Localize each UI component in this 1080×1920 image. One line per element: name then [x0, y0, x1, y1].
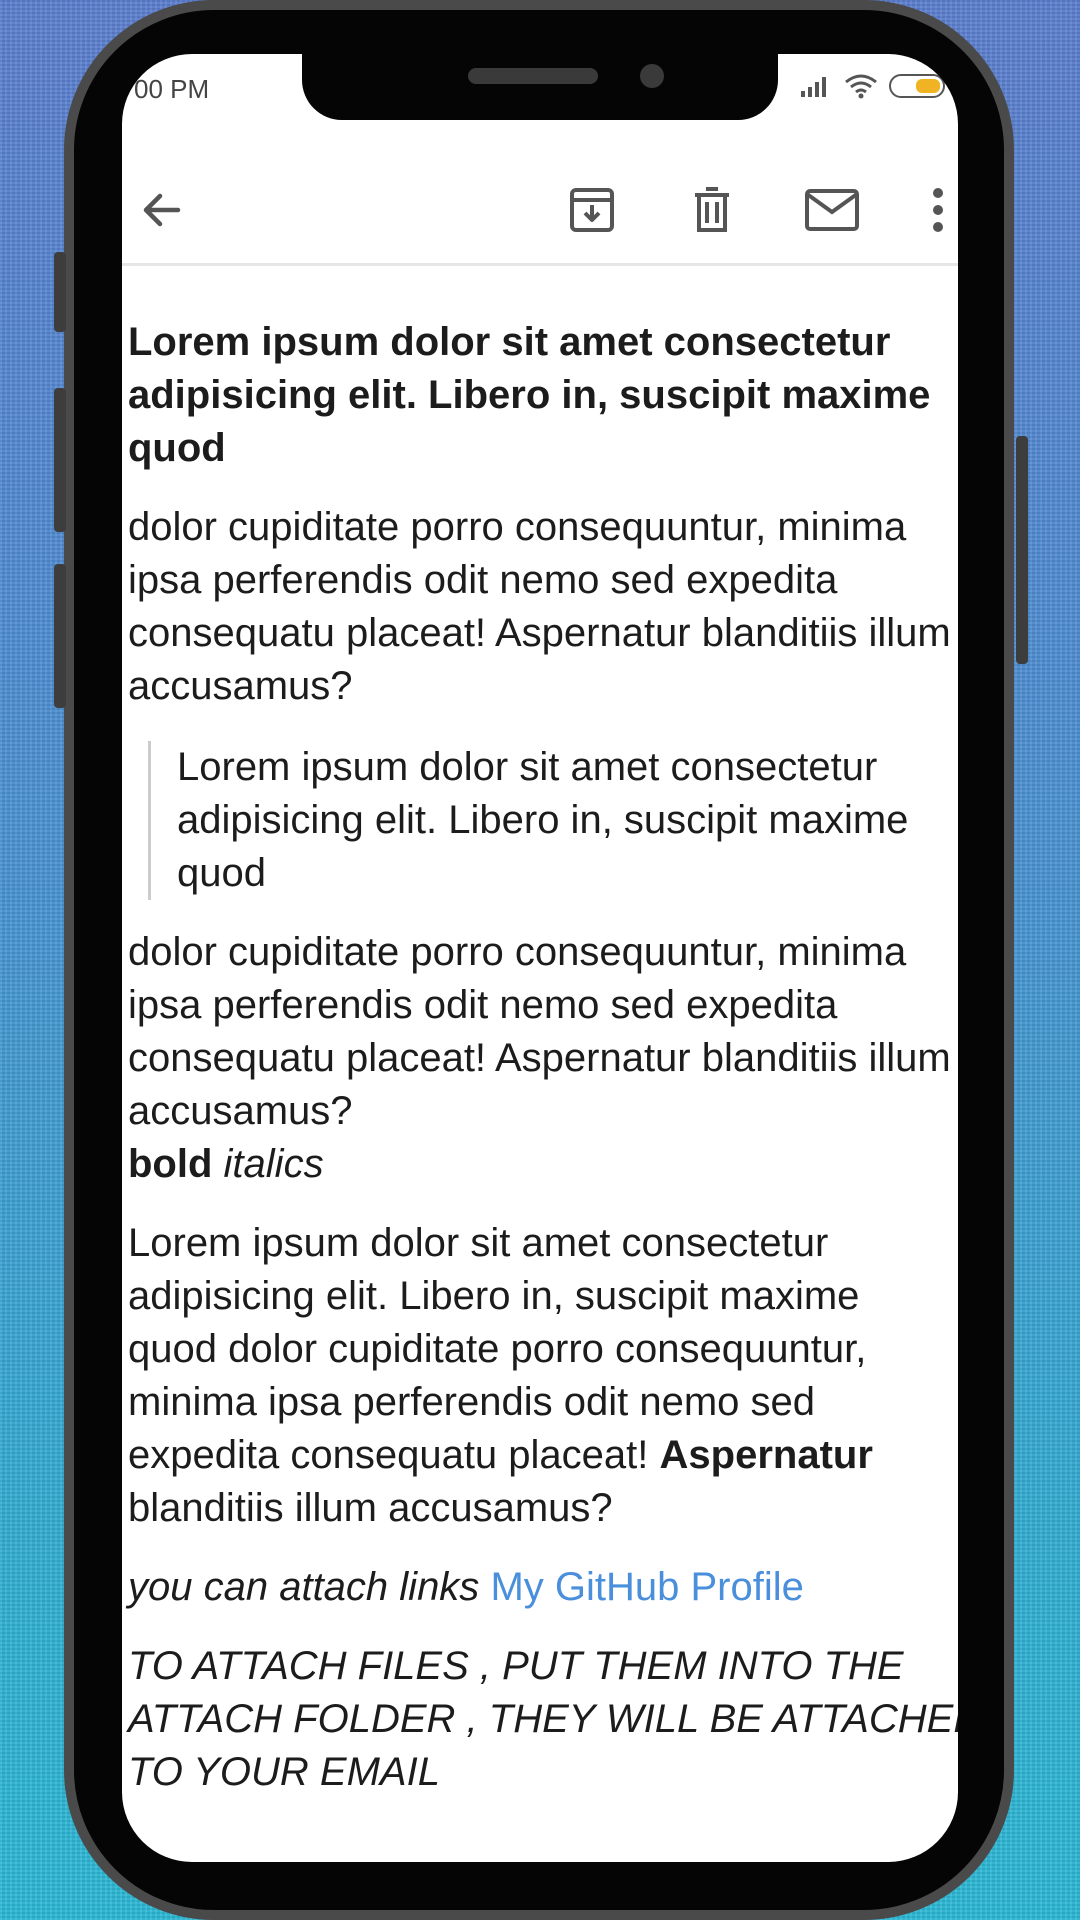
battery-icon [888, 74, 945, 98]
attach-line-3: TO YOUR EMAIL [128, 1750, 440, 1794]
links-paragraph: you can attach links My GitHub Profile [128, 1561, 958, 1614]
email-subject: Lorem ipsum dolor sit amet consectetur a… [128, 320, 931, 470]
more-options-button[interactable] [908, 180, 958, 240]
github-profile-link[interactable]: My GitHub Profile [490, 1565, 803, 1609]
side-button-mute [54, 252, 66, 332]
mail-icon [805, 189, 859, 231]
paragraph-2-text: dolor cupiditate porro consequuntur, min… [128, 930, 951, 1133]
mark-unread-button[interactable] [802, 180, 862, 240]
paragraph-1: dolor cupiditate porro consequuntur, min… [128, 505, 951, 708]
side-button-volume-down [54, 564, 66, 708]
paragraph-3-end: blanditiis illum accusamus? [128, 1486, 613, 1530]
archive-button[interactable] [562, 180, 622, 240]
paragraph-3-bold: Aspernatur [659, 1433, 873, 1477]
email-body: Lorem ipsum dolor sit amet consectetur a… [128, 316, 958, 1799]
attach-line-2: ATTACH FOLDER , THEY WILL BE ATTACHED [128, 1697, 958, 1741]
side-button-power [1016, 436, 1028, 664]
italic-sample: italics [223, 1142, 324, 1186]
front-camera [640, 64, 664, 88]
wifi-icon [844, 74, 877, 99]
paragraph-3: Lorem ipsum dolor sit amet consectetur a… [128, 1217, 958, 1535]
battery-percent: 4 [955, 72, 958, 100]
paragraph-2: dolor cupiditate porro consequuntur, min… [128, 926, 958, 1191]
delete-button[interactable] [682, 180, 742, 240]
signal-icon [800, 77, 826, 97]
side-button-volume-up [54, 388, 66, 532]
attach-instructions: TO ATTACH FILES , PUT THEM INTO THE ATTA… [128, 1640, 958, 1799]
bold-sample: bold [128, 1142, 213, 1186]
phone-screen: 00 PM 4 [122, 54, 958, 1862]
links-intro: you can attach links [128, 1565, 480, 1609]
archive-icon [570, 188, 614, 232]
back-button[interactable] [132, 180, 192, 240]
status-time: 00 PM [134, 74, 210, 104]
blockquote: Lorem ipsum dolor sit amet consectetur a… [148, 741, 958, 900]
status-icons: 4 [799, 72, 958, 100]
trash-icon [695, 187, 729, 232]
speaker [468, 68, 598, 84]
arrow-left-icon [143, 193, 181, 227]
email-toolbar [122, 154, 958, 266]
attach-line-1: TO ATTACH FILES , PUT THEM INTO THE [128, 1644, 904, 1688]
more-vertical-icon [933, 188, 943, 232]
notch [302, 54, 778, 120]
